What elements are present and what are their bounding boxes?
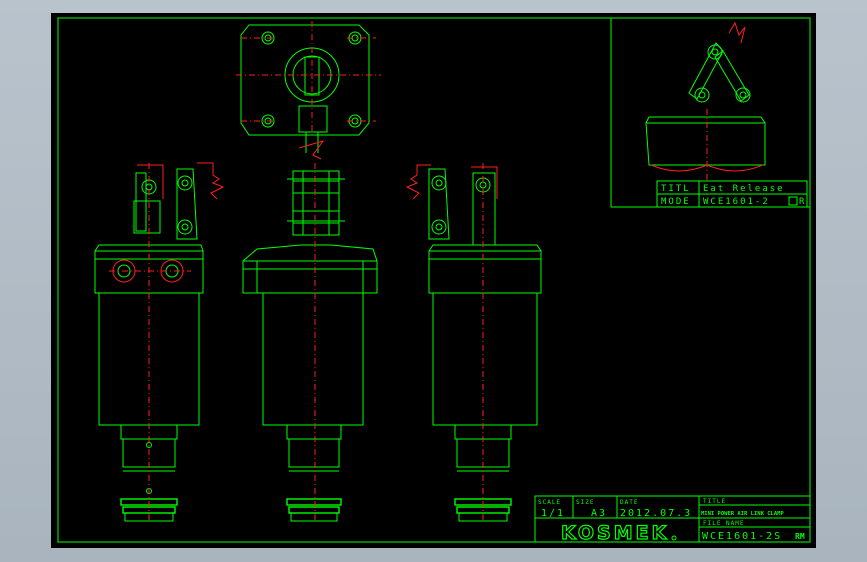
size-label: SIZE [576,499,594,506]
file-name-label: FILE NAME [703,520,745,527]
clamp-view-left [94,162,225,523]
clamp-view-center [242,163,378,523]
title-label: TITLE [703,498,726,505]
title-block: SCALE 1/1 SIZE A3 DATE 2012.07.3 TITLE M… [534,495,811,545]
inset-title-label: TITL [661,184,691,194]
file-name-value: WCE1601-2S [702,531,782,542]
date-value: 2012.07.3 [620,508,692,519]
top-view [236,21,381,160]
inset-title-value: Eat Release [703,184,785,194]
scale-label: SCALE [538,499,561,506]
scale-value: 1/1 [541,508,565,519]
size-value: A3 [591,508,607,519]
cad-drawing: TITL Eat Release MODE WCE1601-2 R SCALE … [57,17,811,545]
inset-mode-label: MODE [661,197,691,207]
drawing-border [57,17,811,543]
inset-detail-view: TITL Eat Release MODE WCE1601-2 R [610,18,810,208]
drawing-canvas: TITL Eat Release MODE WCE1601-2 R SCALE … [51,13,816,548]
file-name-suffix: RM [795,532,805,541]
kosmek-logo: KOSMEK [561,522,669,544]
clamp-view-right [405,163,542,523]
inset-mode-suffix: R [799,197,805,207]
inset-mode-value: WCE1601-2 [703,197,770,207]
title-value: MINI POWER AIR LINK CLAMP [701,511,784,517]
date-label: DATE [620,499,638,506]
